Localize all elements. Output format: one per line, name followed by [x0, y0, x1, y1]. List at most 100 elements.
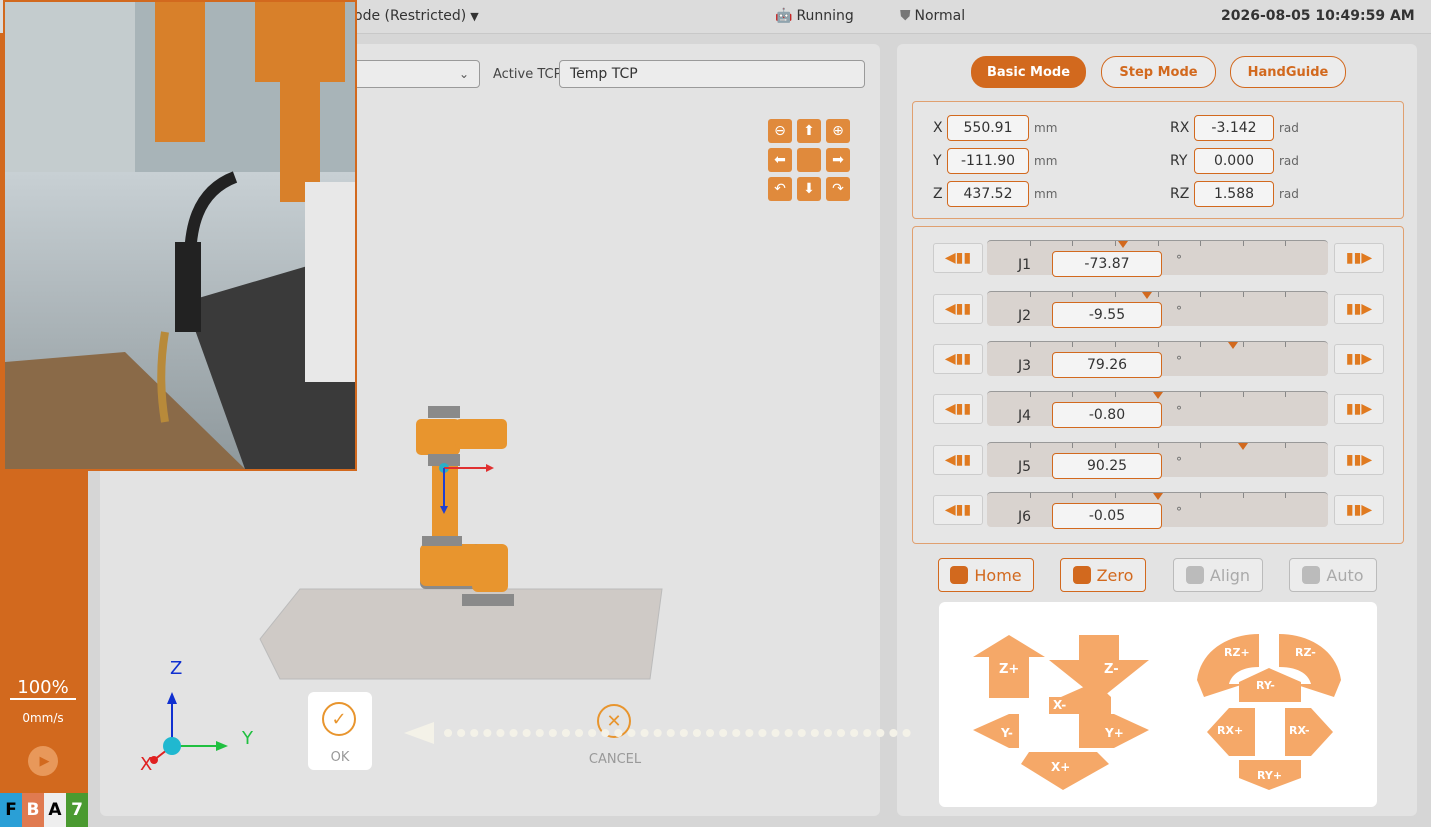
zoom-in-icon: ⊕ — [832, 123, 844, 139]
zoom-out-button[interactable]: ⊖ — [768, 119, 792, 143]
slider-tick — [1157, 443, 1159, 448]
joint-plus-button[interactable]: ▮▮▶ — [1334, 495, 1384, 525]
mode-dropdown[interactable]: ode (Restricted) ▼ — [354, 8, 479, 24]
joint-minus-button[interactable]: ◀▮▮ — [933, 243, 983, 273]
rz-value[interactable]: 1.588 — [1194, 181, 1274, 207]
rx-minus-label: RX- — [1289, 724, 1310, 737]
joint-plus-button[interactable]: ▮▮▶ — [1334, 445, 1384, 475]
jog-left-icon: ◀▮▮ — [944, 452, 972, 468]
robot-icon: 🤖 — [775, 8, 793, 24]
datetime: 2026-08-05 10:49:59 AM — [1221, 8, 1415, 24]
auto-icon — [1302, 566, 1321, 584]
slider-tick — [1200, 292, 1202, 297]
slider-tick — [1200, 241, 1202, 246]
active-tcp-value: Temp TCP — [570, 66, 638, 82]
rotate-right-icon: ↷ — [832, 181, 844, 197]
z-value[interactable]: 437.52 — [947, 181, 1029, 207]
step-mode-tab[interactable]: Step Mode — [1101, 56, 1216, 88]
joint-value[interactable]: -0.80 — [1052, 402, 1162, 428]
rotate-right-button[interactable]: ↷ — [826, 177, 850, 201]
slider-tick — [1114, 443, 1116, 448]
joint-value[interactable]: -9.55 — [1052, 302, 1162, 328]
slider-tick — [1157, 292, 1159, 297]
view-right-button[interactable]: ➡ — [826, 148, 850, 172]
z-plus-label: Z+ — [999, 662, 1020, 677]
speed-percent[interactable]: 100% — [10, 677, 76, 700]
tcp-select[interactable]: ⌄ — [350, 60, 480, 88]
basic-mode-tab[interactable]: Basic Mode — [971, 56, 1086, 88]
slider-tick — [1242, 392, 1244, 397]
joint-unit: ° — [1176, 304, 1182, 318]
ry-value[interactable]: 0.000 — [1194, 148, 1274, 174]
slider-tick — [1200, 493, 1202, 498]
joint-minus-button[interactable]: ◀▮▮ — [933, 495, 983, 525]
slider-tick — [1242, 241, 1244, 246]
slider-tick — [1285, 443, 1287, 448]
ok-button[interactable]: ✓ OK — [308, 692, 372, 770]
axis-x-label: X — [140, 754, 153, 775]
y-value[interactable]: -111.90 — [947, 148, 1029, 174]
jog-right-icon: ▮▮▶ — [1345, 502, 1373, 518]
view-up-button[interactable]: ⬆ — [797, 119, 821, 143]
joint-minus-button[interactable]: ◀▮▮ — [933, 344, 983, 374]
slider-tick — [1157, 342, 1159, 347]
home-button[interactable]: Home — [938, 558, 1034, 592]
speed-mm: 0mm/s — [22, 711, 64, 725]
slider-tick — [1200, 392, 1202, 397]
x-value[interactable]: 550.91 — [947, 115, 1029, 141]
camera-feed[interactable] — [3, 0, 357, 471]
x-minus-label: X- — [1053, 698, 1067, 712]
joint-position-marker — [1237, 443, 1248, 450]
joint-plus-button[interactable]: ▮▮▶ — [1334, 294, 1384, 324]
joint-position-marker — [1142, 292, 1153, 299]
auto-button[interactable]: Auto — [1289, 558, 1377, 592]
joint-unit: ° — [1176, 354, 1182, 368]
ry-plus-label: RY+ — [1257, 769, 1283, 782]
zero-icon — [1072, 566, 1091, 584]
joint-minus-button[interactable]: ◀▮▮ — [933, 294, 983, 324]
axes-gizmo — [150, 692, 228, 764]
slider-tick — [1242, 493, 1244, 498]
slider-tick — [1072, 392, 1074, 397]
joint-plus-button[interactable]: ▮▮▶ — [1334, 243, 1384, 273]
y-plus-label: Y+ — [1105, 726, 1124, 740]
rz-label: RZ — [1170, 186, 1190, 202]
rx-unit: rad — [1279, 121, 1299, 135]
joint-value[interactable]: -0.05 — [1052, 503, 1162, 529]
active-tcp-field[interactable]: Temp TCP — [559, 60, 865, 88]
rotate-left-icon: ↶ — [774, 181, 786, 197]
joint-value[interactable]: 90.25 — [1052, 453, 1162, 479]
joint-name: J1 — [1018, 257, 1032, 273]
jog-left-icon: ◀▮▮ — [944, 502, 972, 518]
view-center-button[interactable] — [797, 148, 821, 172]
arrow-down-icon: ⬇ — [803, 181, 815, 197]
rotate-left-button[interactable]: ↶ — [768, 177, 792, 201]
joint-name: J4 — [1018, 408, 1032, 424]
zero-label: Zero — [1096, 565, 1134, 585]
joint-plus-button[interactable]: ▮▮▶ — [1334, 394, 1384, 424]
joint-minus-button[interactable]: ◀▮▮ — [933, 394, 983, 424]
robot-model — [416, 406, 514, 606]
align-button[interactable]: Align — [1173, 558, 1263, 592]
joint-unit: ° — [1176, 253, 1182, 267]
joint-name: J6 — [1018, 509, 1032, 525]
play-button[interactable]: ▶ — [28, 746, 58, 776]
joint-plus-button[interactable]: ▮▮▶ — [1334, 344, 1384, 374]
view-down-button[interactable]: ⬇ — [797, 177, 821, 201]
zero-button[interactable]: Zero — [1060, 558, 1146, 592]
joint-minus-button[interactable]: ◀▮▮ — [933, 445, 983, 475]
play-icon: ▶ — [39, 753, 50, 769]
slider-tick — [1200, 342, 1202, 347]
rz-plus-label: RZ+ — [1224, 646, 1250, 659]
handguide-tab[interactable]: HandGuide — [1230, 56, 1346, 88]
joint-value[interactable]: -73.87 — [1052, 251, 1162, 277]
view-left-button[interactable]: ⬅ — [768, 148, 792, 172]
align-label: Align — [1209, 565, 1251, 585]
slider-tick — [1072, 292, 1074, 297]
slider-tick — [1029, 443, 1031, 448]
y-unit: mm — [1034, 154, 1058, 168]
jog-left-icon: ◀▮▮ — [944, 401, 972, 417]
zoom-in-button[interactable]: ⊕ — [826, 119, 850, 143]
joint-value[interactable]: 79.26 — [1052, 352, 1162, 378]
rx-value[interactable]: -3.142 — [1194, 115, 1274, 141]
